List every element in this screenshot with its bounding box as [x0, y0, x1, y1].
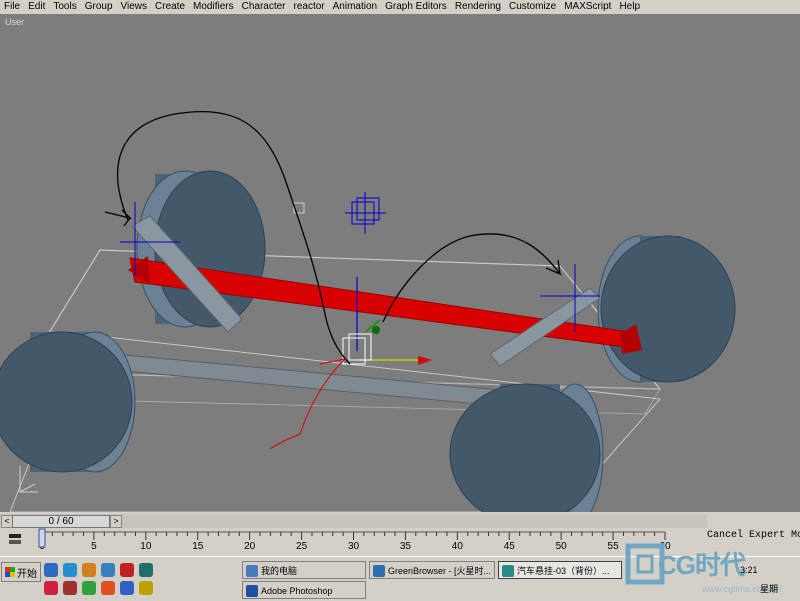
- track-tick-label: 10: [140, 541, 152, 552]
- track-tick-label: 25: [296, 541, 308, 552]
- windows-flag-icon: [5, 567, 15, 577]
- track-tick-label: 40: [452, 541, 464, 552]
- scene-canvas[interactable]: [0, 14, 800, 512]
- menu-character[interactable]: Character: [238, 0, 290, 13]
- menu-rendering[interactable]: Rendering: [451, 0, 505, 13]
- quick-launch-icon[interactable]: [82, 563, 96, 577]
- track-tick-label: 50: [556, 541, 568, 552]
- quick-launch-icon[interactable]: [101, 581, 115, 595]
- menu-help[interactable]: Help: [615, 0, 644, 13]
- time-next-button[interactable]: >: [110, 515, 122, 528]
- tray-day: 星期: [760, 584, 779, 594]
- menu-group[interactable]: Group: [81, 0, 117, 13]
- task-label: Adobe Photoshop: [261, 586, 333, 596]
- menu-animation[interactable]: Animation: [329, 0, 381, 13]
- track-tick-label: 15: [192, 541, 204, 552]
- 3dsmax-icon: [502, 565, 514, 577]
- track-tick-label: 30: [348, 541, 360, 552]
- menu-views[interactable]: Views: [117, 0, 152, 13]
- menu-customize[interactable]: Customize: [505, 0, 560, 13]
- task-label: GreenBrowser - [火星时...: [388, 566, 492, 576]
- quick-launch-icon[interactable]: [44, 581, 58, 595]
- menu-modifiers[interactable]: Modifiers: [189, 0, 238, 13]
- menu-file[interactable]: File: [0, 0, 24, 13]
- track-tick-label: 5: [91, 541, 97, 552]
- quick-launch-icon[interactable]: [63, 563, 77, 577]
- viewport-user[interactable]: User: [0, 14, 800, 512]
- photoshop-icon: [246, 585, 258, 597]
- computer-icon: [246, 565, 258, 577]
- menu-create[interactable]: Create: [151, 0, 189, 13]
- helper-dummy-box: [345, 192, 386, 234]
- wheel-rear-right: [597, 235, 736, 383]
- track-tick-label: 45: [504, 541, 516, 552]
- quick-launch-icon[interactable]: [139, 581, 153, 595]
- quick-launch-icon[interactable]: [139, 563, 153, 577]
- wheel-front-left: [0, 331, 136, 473]
- wheel-front-right: [449, 383, 604, 512]
- quick-launch-icon[interactable]: [120, 563, 134, 577]
- track-bar[interactable]: 051015202530354045505560: [0, 528, 707, 554]
- task-label: 汽车悬挂-03（背份）...: [517, 566, 610, 576]
- status-prompt[interactable]: Cancel Expert Mode: [707, 530, 800, 541]
- transform-gizmo: [342, 277, 432, 365]
- tray-clock[interactable]: 3:21: [740, 565, 758, 575]
- track-current-frame: [38, 528, 46, 548]
- track-ruler[interactable]: 051015202530354045505560: [0, 528, 707, 554]
- browser-icon: [373, 565, 385, 577]
- track-tick-label: 35: [400, 541, 412, 552]
- task-greenbrowser[interactable]: GreenBrowser - [火星时...: [369, 561, 495, 579]
- quick-launch-icon[interactable]: [120, 581, 134, 595]
- quick-launch-icon[interactable]: [101, 563, 115, 577]
- rear-rail: [124, 354, 501, 407]
- task-my-computer[interactable]: 我的电脑: [242, 561, 366, 579]
- menu-reactor[interactable]: reactor: [290, 0, 329, 13]
- time-slider[interactable]: < 0 / 60 >: [0, 514, 707, 528]
- menu-edit[interactable]: Edit: [24, 0, 49, 13]
- start-label: 开始: [17, 568, 37, 580]
- track-tick-label: 20: [244, 541, 256, 552]
- track-tick-label: 55: [608, 541, 620, 552]
- annotation-arrow-left: [104, 209, 133, 227]
- quick-launch-icon[interactable]: [82, 581, 96, 595]
- quick-launch-icon[interactable]: [63, 581, 77, 595]
- task-photoshop[interactable]: Adobe Photoshop: [242, 581, 366, 599]
- watermark-text: CG时代: [658, 550, 746, 580]
- quick-launch-icon[interactable]: [44, 563, 58, 577]
- menu-maxscript[interactable]: MAXScript: [560, 0, 615, 13]
- time-slider-thumb[interactable]: 0 / 60: [12, 515, 110, 528]
- menu-graph-editors[interactable]: Graph Editors: [381, 0, 451, 13]
- menu-bar: File Edit Tools Group Views Create Modifiers Ch…: [0, 0, 800, 13]
- menu-tools[interactable]: Tools: [49, 0, 80, 13]
- track-bar-icon[interactable]: [8, 533, 22, 545]
- task-3dsmax[interactable]: 汽车悬挂-03（背份）...: [498, 561, 622, 579]
- task-label: 我的电脑: [261, 566, 298, 576]
- start-button[interactable]: 开始: [1, 562, 41, 582]
